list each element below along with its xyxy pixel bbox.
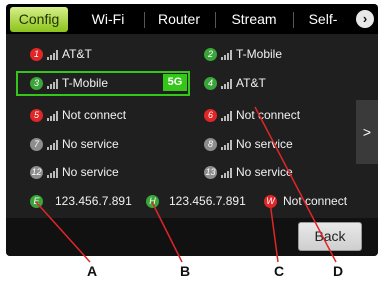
slot-label: No service: [236, 137, 293, 151]
slot-label: T-Mobile: [62, 76, 109, 90]
ethernet-status: E 123.456.7.891: [30, 191, 132, 211]
slot-number-badge: 5: [30, 109, 43, 123]
signal-bars-icon: [47, 139, 59, 150]
hotspot-status: H 123.456.7.891: [146, 191, 246, 211]
slot-label: Not connect: [62, 108, 127, 122]
ethernet-icon: E: [30, 195, 43, 209]
slot-number-badge: 7: [30, 138, 43, 152]
modem-slot[interactable]: 4 AT&T: [204, 73, 266, 93]
signal-bars-icon: [47, 167, 59, 178]
slot-number-badge: 1: [30, 48, 43, 62]
slot-label: No service: [62, 137, 119, 151]
callout-label-a: A: [87, 263, 98, 279]
hotspot-ip: 123.456.7.891: [169, 194, 246, 208]
callout-label-c: C: [274, 263, 285, 279]
slot-number-badge: 8: [204, 138, 217, 152]
slot-number-badge: 4: [204, 77, 217, 91]
slot-label: AT&T: [62, 47, 92, 61]
callout-label-b: B: [180, 263, 191, 279]
slot-label: T-Mobile: [236, 47, 283, 61]
back-button[interactable]: Back: [298, 222, 362, 251]
slot-label: AT&T: [236, 76, 266, 90]
modem-slot[interactable]: 7 No service: [30, 134, 119, 154]
slot-number-badge: 12: [30, 166, 43, 180]
slot-number-badge: 3: [30, 77, 43, 91]
ethernet-ip: 123.456.7.891: [55, 194, 132, 208]
signal-bars-icon: [221, 78, 233, 89]
slot-label: No service: [62, 165, 119, 179]
signal-bars-icon: [221, 139, 233, 150]
signal-bars-icon: [47, 49, 59, 60]
slot-number-badge: 6: [204, 109, 217, 123]
chevron-right-icon[interactable]: ›: [356, 10, 374, 28]
tab-self[interactable]: Self-: [296, 4, 350, 34]
network-5g-badge: 5G: [163, 74, 187, 91]
modem-slot[interactable]: 8 No service: [204, 134, 293, 154]
tab-bar: Config Wi-Fi Router Stream Self- ›: [6, 4, 378, 34]
signal-bars-icon: [221, 167, 233, 178]
modem-slot[interactable]: 5 Not connect: [30, 105, 126, 125]
slot-number-badge: 13: [204, 166, 217, 180]
hotspot-icon: H: [146, 195, 159, 209]
wifi-status-text: Not connect: [283, 194, 348, 208]
modem-slot[interactable]: 1 AT&T: [30, 44, 92, 64]
tab-config[interactable]: Config: [10, 7, 68, 32]
signal-bars-icon: [221, 110, 233, 121]
modem-slot[interactable]: 6 Not connect: [204, 105, 300, 125]
modem-slot[interactable]: 13 No service: [204, 162, 293, 182]
callout-label-d: D: [333, 263, 344, 279]
tab-wifi[interactable]: Wi-Fi: [76, 4, 140, 34]
modem-slot-selected[interactable]: 3 T-Mobile: [30, 73, 108, 93]
signal-bars-icon: [47, 78, 59, 89]
tab-stream[interactable]: Stream: [218, 4, 290, 34]
tab-divider: [215, 12, 216, 28]
slot-label: Not connect: [236, 108, 301, 122]
wifi-icon: W: [264, 195, 277, 209]
modem-slot[interactable]: 12 No service: [30, 162, 119, 182]
tab-divider: [144, 12, 145, 28]
signal-bars-icon: [221, 49, 233, 60]
slot-label: No service: [236, 165, 293, 179]
signal-bars-icon: [47, 110, 59, 121]
wifi-status: W Not connect: [264, 191, 347, 211]
tab-router[interactable]: Router: [146, 4, 212, 34]
tab-divider: [293, 12, 294, 28]
modem-slot[interactable]: 2 T-Mobile: [204, 44, 282, 64]
next-page-arrow[interactable]: >: [356, 100, 378, 164]
device-screen: Config Wi-Fi Router Stream Self- › 1 AT&T…: [6, 4, 378, 256]
slot-number-badge: 2: [204, 48, 217, 62]
